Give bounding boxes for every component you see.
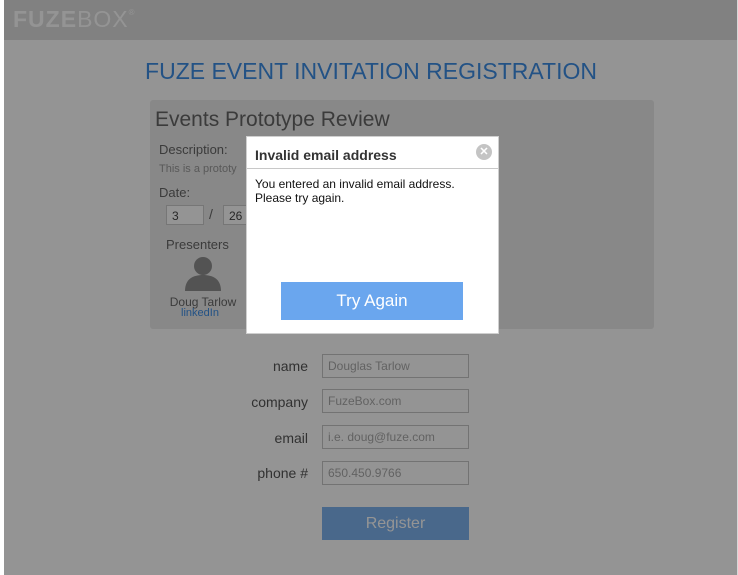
close-icon[interactable]: ✕ bbox=[476, 144, 492, 160]
dialog-header: Invalid email address ✕ bbox=[247, 137, 498, 169]
dialog-message-line-2: Please try again. bbox=[255, 191, 345, 205]
dialog-message: You entered an invalid email address. Pl… bbox=[255, 177, 491, 205]
dialog-title: Invalid email address bbox=[255, 147, 397, 163]
try-again-button[interactable]: Try Again bbox=[281, 282, 463, 320]
app-frame: FUZEBOX® FUZE EVENT INVITATION REGISTRAT… bbox=[4, 0, 738, 575]
error-dialog: Invalid email address ✕ You entered an i… bbox=[246, 136, 499, 334]
dialog-message-line-1: You entered an invalid email address. bbox=[255, 177, 455, 191]
